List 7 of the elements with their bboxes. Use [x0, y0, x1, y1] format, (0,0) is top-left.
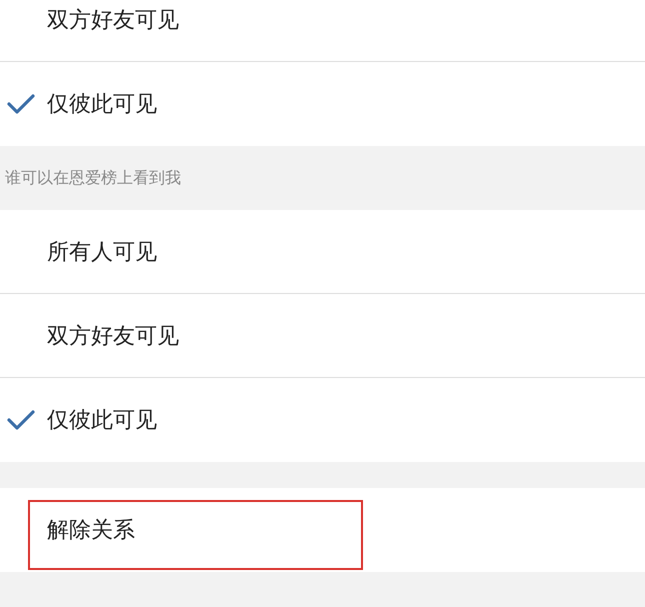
section-header: 谁可以在恩爱榜上看到我	[4, 166, 182, 188]
visibility-option[interactable]: 双方好友可见	[47, 320, 179, 350]
visibility-option[interactable]: 仅彼此可见	[47, 405, 157, 435]
visibility-option[interactable]: 所有人可见	[47, 236, 157, 266]
visibility-option[interactable]: 仅彼此可见	[47, 89, 157, 119]
unbind-relationship-button[interactable]: 解除关系	[47, 515, 135, 545]
visibility-option[interactable]: 双方好友可见	[47, 4, 179, 34]
